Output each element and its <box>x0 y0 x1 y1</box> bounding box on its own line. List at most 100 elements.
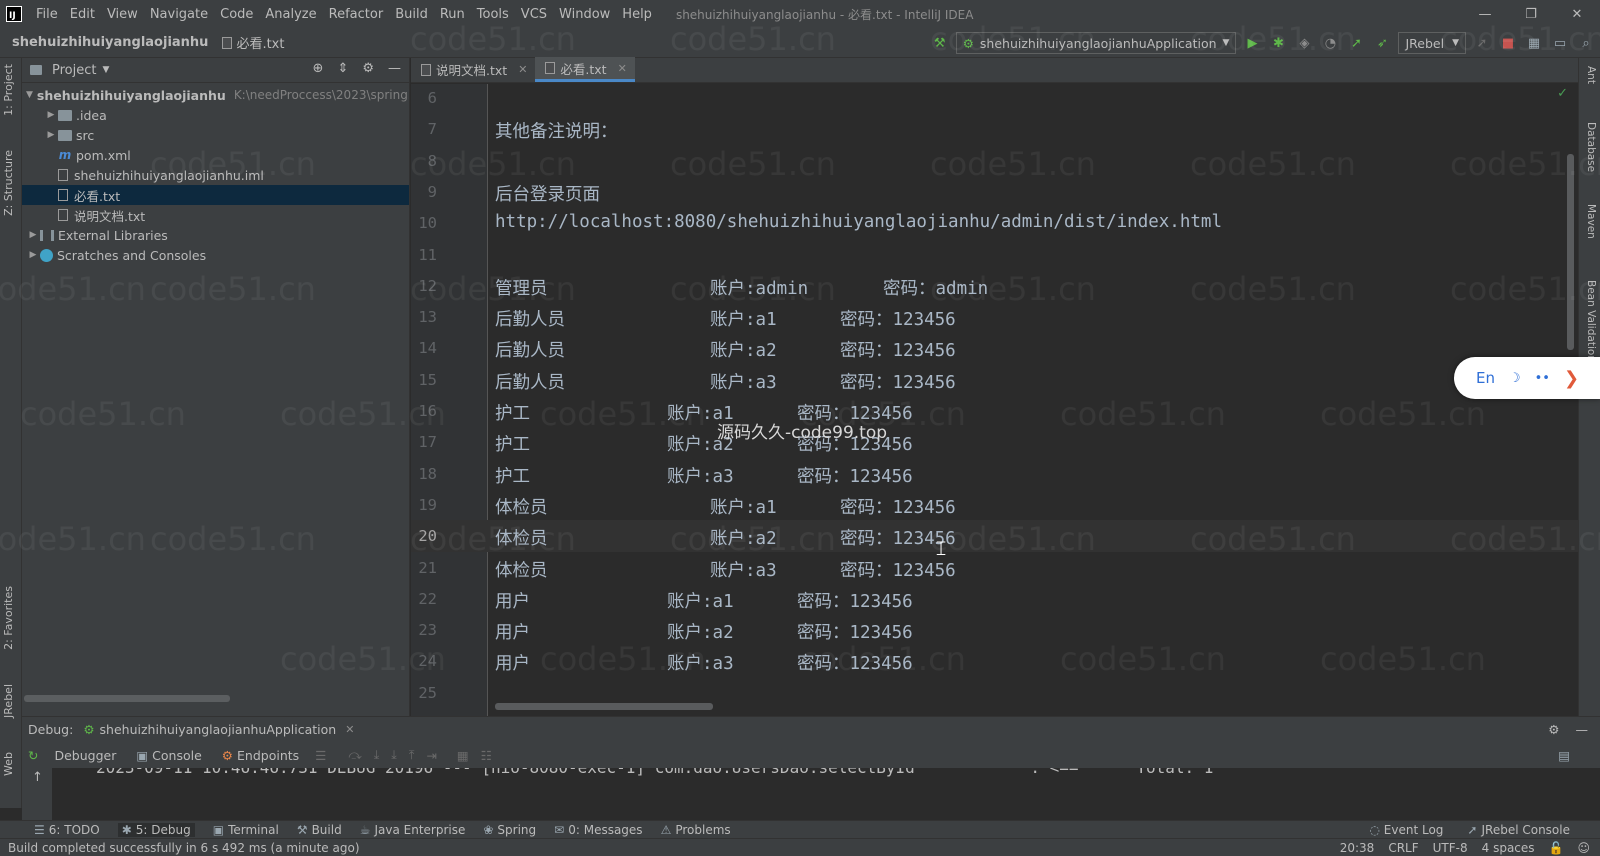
gear-icon[interactable]: ⚙ <box>1548 722 1559 737</box>
menu-code[interactable]: Code <box>214 7 259 22</box>
toolwindow-build[interactable]: ⚒ Build <box>297 823 342 837</box>
menu-navigate[interactable]: Navigate <box>144 7 214 22</box>
layout-icon[interactable]: ▤ <box>1558 748 1570 763</box>
toolwindow-terminal[interactable]: ▣ Terminal <box>213 823 279 837</box>
toolwindow-spring[interactable]: ❀ Spring <box>483 823 536 837</box>
tree-item[interactable]: 说明文档.txt <box>22 205 409 225</box>
menu-vcs[interactable]: VCS <box>515 7 553 22</box>
locate-icon[interactable]: ⊕ <box>313 61 324 76</box>
inspector-icon[interactable]: ☺ <box>1577 841 1590 855</box>
run-configuration-select[interactable]: ⚙ shehuizhihuiyanglaojianhuApplication ▼ <box>955 32 1237 54</box>
chevron-down-icon[interactable]: ▼ <box>102 65 109 75</box>
evaluate-icon[interactable]: ▦ <box>457 748 469 763</box>
editor-tab[interactable]: 必看.txt ✕ <box>535 57 635 82</box>
breadcrumb-file[interactable]: 必看.txt <box>222 33 284 52</box>
rerun-icon[interactable]: ➚ <box>1472 33 1492 53</box>
menu-help[interactable]: Help <box>616 7 658 22</box>
toolwindow-problems[interactable]: ⚠ Problems <box>661 823 731 837</box>
force-step-into-icon[interactable]: ⤓ <box>391 747 397 763</box>
tree-item[interactable]: ▼ shehuizhihuiyanglaojianhu K:\needProcces… <box>22 85 409 105</box>
editor[interactable]: ✓ 6 7 其他备注说明： 8 9 后台登录页面 10 http://localhost:80… <box>411 84 1578 716</box>
tab-jrebel[interactable]: JRebel <box>2 684 15 718</box>
file-encoding[interactable]: UTF-8 <box>1433 841 1468 855</box>
debug-bug-icon[interactable]: ✱ <box>1268 33 1288 53</box>
stop-icon[interactable]: ■ <box>1498 33 1518 53</box>
tab-console[interactable]: ▣ Console <box>132 748 205 763</box>
toolwindow-debug[interactable]: ✱ 5: Debug <box>117 822 195 837</box>
close-icon[interactable]: ✕ <box>518 63 527 76</box>
hide-icon[interactable]: — <box>388 61 401 76</box>
tree-item[interactable]: ▶ Scratches and Consoles <box>22 245 409 265</box>
restore-button[interactable]: ❐ <box>1508 0 1554 28</box>
indent-setting[interactable]: 4 spaces <box>1482 841 1535 855</box>
tab-maven[interactable]: Maven <box>1585 204 1597 239</box>
profile-icon[interactable]: ◔ <box>1320 33 1340 53</box>
hide-icon[interactable]: — <box>1576 722 1589 737</box>
rerun-icon[interactable]: ↻ <box>28 748 38 763</box>
breadcrumb-project[interactable]: shehuizhihuiyanglaojianhu <box>12 35 208 50</box>
menu-tools[interactable]: Tools <box>471 7 515 22</box>
step-over-icon[interactable]: ⤼ <box>348 747 361 763</box>
trace-icon[interactable]: ☷ <box>481 748 492 763</box>
step-out-icon[interactable]: ⤒ <box>409 747 415 763</box>
tab-structure[interactable]: Z: Structure <box>2 150 15 216</box>
run-to-cursor-icon[interactable]: ⇥ <box>426 748 436 763</box>
chevron-down-icon[interactable]: ▼ <box>26 90 33 100</box>
tree-item[interactable]: shehuizhihuiyanglaojianhu.iml <box>22 165 409 185</box>
line-separator[interactable]: CRLF <box>1388 841 1418 855</box>
menu-file[interactable]: File <box>30 7 64 22</box>
menu-edit[interactable]: Edit <box>64 7 101 22</box>
step-into-icon[interactable]: ⤓ <box>374 747 380 763</box>
lock-icon[interactable]: 🔓 <box>1549 841 1564 855</box>
project-panel-title[interactable]: Project <box>52 63 96 78</box>
search-icon[interactable]: ⌕ <box>1576 33 1596 53</box>
arrow-up-icon[interactable]: ↑ <box>32 770 43 785</box>
menu-analyze[interactable]: Analyze <box>259 7 322 22</box>
toolwindow-eventlog[interactable]: ◌ Event Log <box>1369 823 1443 837</box>
toolwindow-messages[interactable]: ✉ 0: Messages <box>554 823 642 837</box>
translate-widget[interactable]: En ☽ •• ❯ <box>1454 357 1600 399</box>
tab-debugger[interactable]: Debugger <box>50 748 120 763</box>
chevron-right-icon[interactable]: ▶ <box>44 130 58 140</box>
menu-view[interactable]: View <box>101 7 144 22</box>
tree-item[interactable]: 必看.txt <box>22 185 409 205</box>
tree-item[interactable]: ▶ src <box>22 125 409 145</box>
close-icon[interactable]: ✕ <box>345 723 354 736</box>
debug-session-tab[interactable]: ⚙ shehuizhihuiyanglaojianhuApplication ✕ <box>83 722 354 737</box>
status-message[interactable]: Build completed successfully in 6 s 492 … <box>8 841 360 855</box>
chevron-right-icon[interactable]: ▶ <box>26 250 40 260</box>
console-output[interactable]: ↑ 2023-09-11 10:46:46.731 DEBUG 20196 --… <box>22 768 1600 820</box>
jrebel-select[interactable]: JRebel ▼ <box>1398 32 1466 54</box>
tab-project[interactable]: 1: Project <box>2 64 15 116</box>
coverage-icon[interactable]: ◈ <box>1294 33 1314 53</box>
tree-item[interactable]: ▶ .idea <box>22 105 409 125</box>
menu-refactor[interactable]: Refactor <box>323 7 390 22</box>
caret-position[interactable]: 20:38 <box>1340 841 1375 855</box>
minimize-button[interactable]: — <box>1462 0 1508 28</box>
tab-web[interactable]: Web <box>2 752 15 776</box>
chevron-right-icon[interactable]: ▶ <box>26 230 40 240</box>
moon-icon[interactable]: ☽ <box>1509 371 1521 386</box>
tree-item[interactable]: ▶ External Libraries <box>22 225 409 245</box>
editor-tab[interactable]: 说明文档.txt ✕ <box>411 57 535 82</box>
presentation-icon[interactable]: ▭ <box>1550 33 1570 53</box>
chevron-right-icon[interactable]: ❯ <box>1564 368 1579 389</box>
jrebel-debug-icon[interactable]: ➶ <box>1372 33 1392 53</box>
close-icon[interactable]: ✕ <box>618 62 627 75</box>
menu-run[interactable]: Run <box>434 7 471 22</box>
close-button[interactable]: ✕ <box>1554 0 1600 28</box>
build-hammer-icon[interactable]: ⚒ <box>930 33 950 53</box>
menu-build[interactable]: Build <box>389 7 434 22</box>
tab-ant[interactable]: Ant <box>1585 66 1597 84</box>
tab-bean-validation[interactable]: Bean Validation <box>1585 280 1597 362</box>
jrebel-run-icon[interactable]: ➚ <box>1346 33 1366 53</box>
collapse-all-icon[interactable]: ⇕ <box>337 61 348 76</box>
tree-item[interactable]: m pom.xml <box>22 145 409 165</box>
more-icon[interactable]: •• <box>1535 371 1550 386</box>
gear-icon[interactable]: ⚙ <box>362 61 374 76</box>
tab-favorites[interactable]: 2: Favorites <box>2 586 15 650</box>
toolwindow-todo[interactable]: ☰ 6: TODO <box>34 823 100 837</box>
tab-endpoints[interactable]: ⚙ Endpoints <box>218 748 303 763</box>
menu-icon[interactable]: ☰ <box>315 748 326 763</box>
toolwindow-javaenterprise[interactable]: ☕ Java Enterprise <box>360 823 466 837</box>
